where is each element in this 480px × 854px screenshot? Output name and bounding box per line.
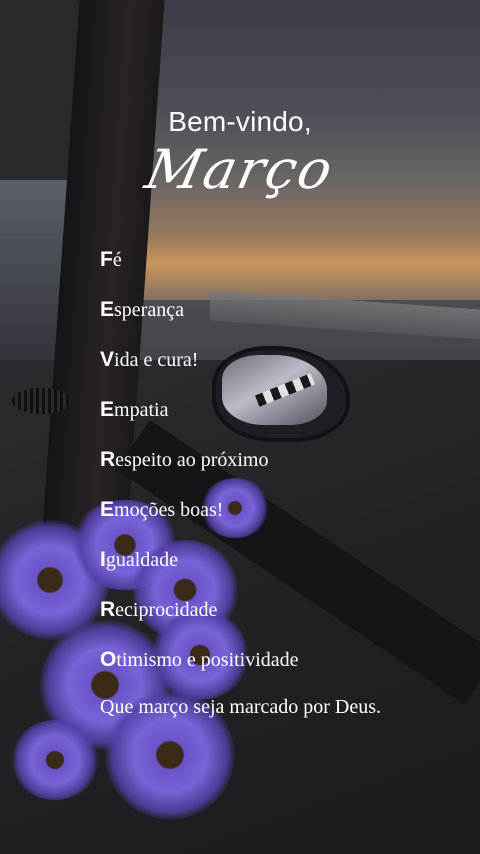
- acrostic-initial: E: [100, 298, 115, 321]
- acrostic-line: Empatia: [100, 394, 299, 444]
- acrostic-text: moções boas!: [114, 499, 224, 521]
- acrostic-initial: O: [100, 648, 117, 671]
- acrostic-text: eciprocidade: [115, 599, 218, 621]
- acrostic-list: Fé Esperança Vida e cura! Empatia Respei…: [100, 244, 299, 694]
- greeting-title: Bem-vindo,: [168, 106, 312, 137]
- purple-flower: [10, 720, 100, 800]
- acrostic-text: timismo e positividade: [116, 649, 299, 671]
- acrostic-text: sperança: [114, 299, 184, 321]
- acrostic-text: espeito ao próximo: [115, 449, 269, 471]
- acrostic-text: é: [112, 249, 122, 271]
- acrostic-initial: E: [100, 498, 115, 521]
- acrostic-initial: R: [100, 448, 116, 471]
- acrostic-line: Esperança: [100, 294, 299, 344]
- acrostic-line: Vida e cura!: [100, 344, 299, 394]
- acrostic-text: mpatia: [114, 399, 169, 421]
- acrostic-initial: R: [100, 598, 116, 621]
- acrostic-line: Reciprocidade: [100, 594, 299, 644]
- month-script-title: Março: [140, 138, 340, 201]
- acrostic-initial: V: [100, 348, 115, 371]
- closing-message: Que março seja marcado por Deus.: [100, 696, 381, 718]
- acrostic-line: Igualdade: [100, 544, 299, 594]
- acrostic-initial: F: [100, 248, 113, 271]
- acrostic-line: Respeito ao próximo: [100, 444, 299, 494]
- acrostic-text: gualdade: [105, 549, 179, 571]
- acrostic-line: Emoções boas!: [100, 494, 299, 544]
- acrostic-line: Otimismo e positividade: [100, 644, 299, 694]
- acrostic-text: ida e cura!: [114, 349, 199, 371]
- acrostic-line: Fé: [100, 244, 299, 294]
- image-canvas: Bem-vindo, Março Fé Esperança Vida e cur…: [0, 0, 480, 854]
- air-vent: [12, 388, 70, 414]
- acrostic-initial: E: [100, 398, 115, 421]
